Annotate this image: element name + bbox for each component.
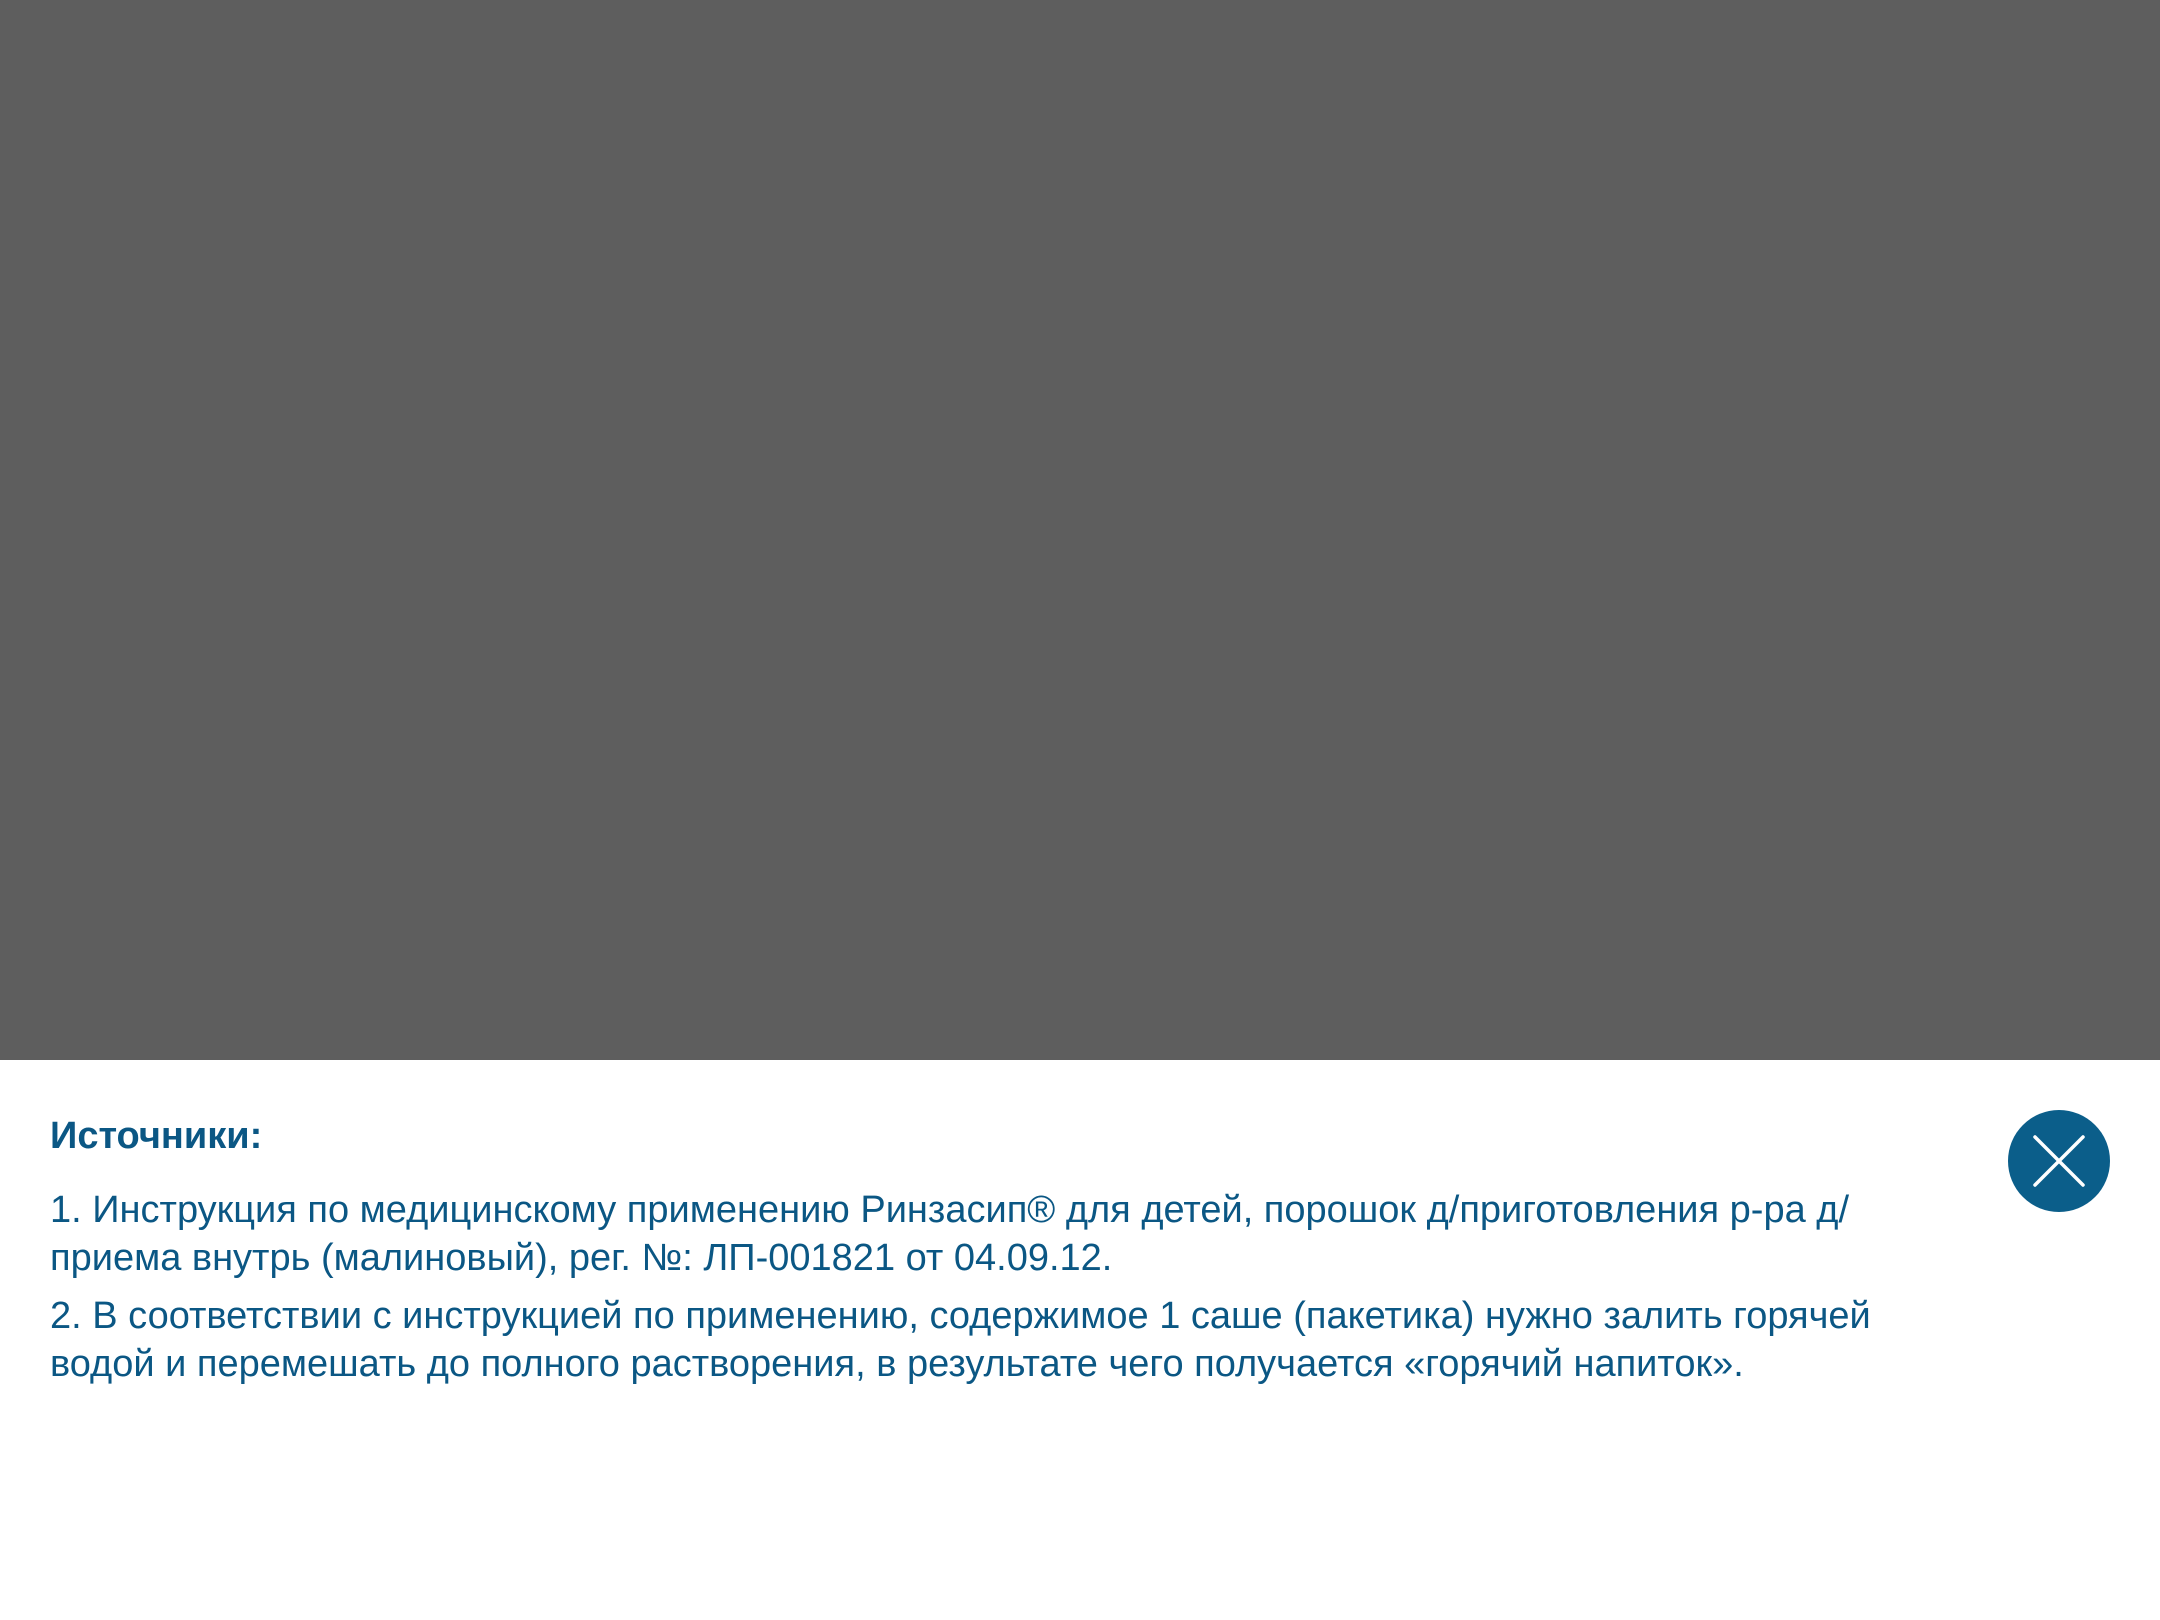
source-item: 2. В соответствии с инструкцией по приме…: [50, 1295, 1871, 1385]
sources-list: 1. Инструкция по медицинскому применению…: [50, 1186, 1950, 1398]
close-icon: [2033, 1135, 2085, 1187]
close-button[interactable]: [2008, 1110, 2110, 1212]
source-item: 1. Инструкция по медицинскому применению…: [50, 1189, 1850, 1279]
sources-title: Источники:: [50, 1115, 263, 1157]
modal-backdrop[interactable]: [0, 0, 2160, 1060]
